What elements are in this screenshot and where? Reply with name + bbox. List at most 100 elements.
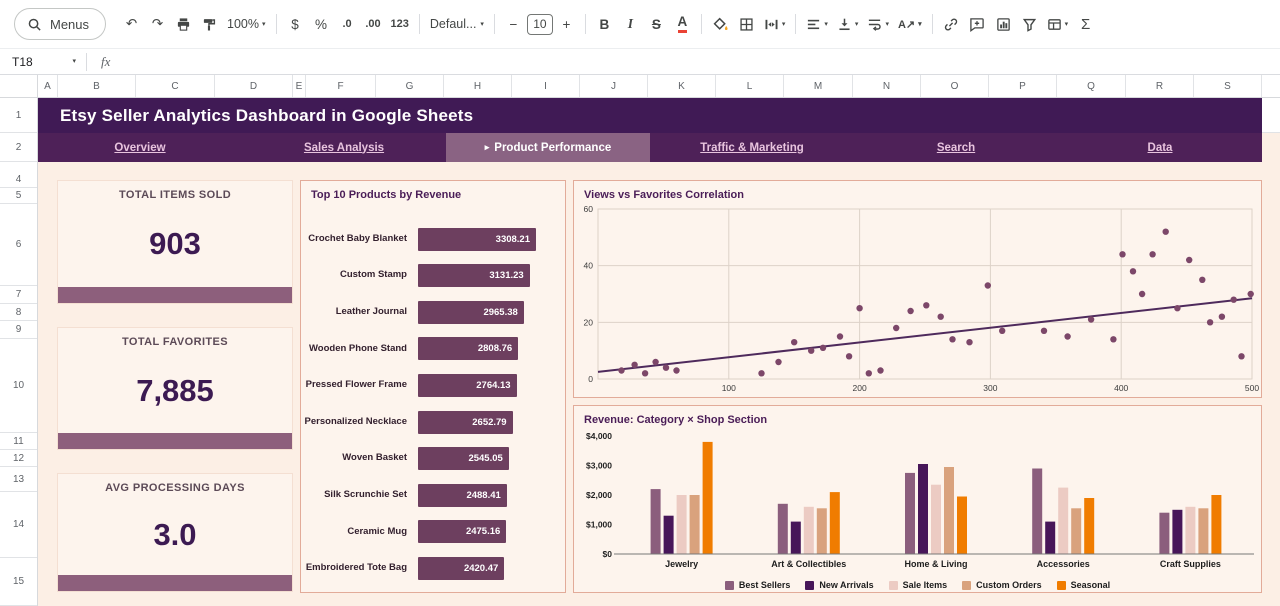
row-header-2[interactable]: 2 xyxy=(0,133,37,162)
legend-swatch xyxy=(805,581,814,590)
active-tab-marker: ▸ xyxy=(485,142,490,153)
legend-item: Best Sellers xyxy=(725,580,791,590)
row-header-8[interactable]: 8 xyxy=(0,304,37,321)
nav-tab-product-performance[interactable]: ▸ Product Performance xyxy=(446,133,650,162)
row-header-14[interactable]: 14 xyxy=(0,492,37,558)
chevron-down-icon: ▾ xyxy=(72,58,76,65)
zoom-select[interactable]: 100%▾ xyxy=(223,10,270,38)
merge-cells-button[interactable]: ▾ xyxy=(760,10,790,38)
fill-color-button[interactable] xyxy=(708,10,733,38)
undo-button[interactable]: ↶ xyxy=(119,10,144,38)
strikethrough-icon: S xyxy=(652,17,661,32)
column-header-L[interactable]: L xyxy=(716,75,784,97)
column-header-B[interactable]: B xyxy=(58,75,136,97)
row-header-9[interactable]: 9 xyxy=(0,321,37,339)
legend-swatch xyxy=(962,581,971,590)
column-header-R[interactable]: R xyxy=(1126,75,1194,97)
dashboard-nav: Overview Sales Analysis ▸ Product Performan… xyxy=(38,133,1262,162)
menus-button[interactable]: Menus xyxy=(14,8,106,40)
column-header-Q[interactable]: Q xyxy=(1057,75,1126,97)
formula-bar: T18 ▾ fx xyxy=(0,48,1280,75)
row-header-6[interactable]: 6 xyxy=(0,204,37,286)
row-header-7[interactable]: 7 xyxy=(0,286,37,304)
chevron-down-icon: ▾ xyxy=(480,21,484,28)
row-header-11[interactable]: 11 xyxy=(0,433,37,450)
column-header-E[interactable]: E xyxy=(293,75,306,97)
kpi-value: 903 xyxy=(149,201,201,287)
svg-text:400: 400 xyxy=(1114,383,1128,393)
nav-tab-traffic-marketing[interactable]: Traffic & Marketing xyxy=(650,133,854,162)
align-left-icon xyxy=(806,17,821,32)
horizontal-align-button[interactable]: ▾ xyxy=(802,10,832,38)
legend-item: Sale Items xyxy=(889,580,948,590)
column-header-G[interactable]: G xyxy=(376,75,444,97)
text-wrap-button[interactable]: ▾ xyxy=(863,10,893,38)
svg-text:$1,000: $1,000 xyxy=(586,520,612,530)
nav-tab-label: Product Performance xyxy=(494,142,611,154)
nav-tab-overview[interactable]: Overview xyxy=(38,133,242,162)
print-button[interactable] xyxy=(171,10,196,38)
number-format-icon: 123 xyxy=(391,18,409,30)
column-header-D[interactable]: D xyxy=(215,75,293,97)
italic-button[interactable]: I xyxy=(618,10,643,38)
borders-button[interactable] xyxy=(734,10,759,38)
formula-input[interactable] xyxy=(124,49,1280,74)
nav-tab-label: Overview xyxy=(114,142,165,154)
legend-swatch xyxy=(725,581,734,590)
kpi-label: TOTAL ITEMS SOLD xyxy=(119,189,231,201)
nav-tab-data[interactable]: Data xyxy=(1058,133,1262,162)
text-rotation-button[interactable]: A↗▾ xyxy=(894,10,926,38)
product-bar-track: 2652.79 xyxy=(413,411,565,434)
paint-format-button[interactable] xyxy=(197,10,222,38)
format-percent-button[interactable]: % xyxy=(309,10,334,38)
nav-tab-search[interactable]: Search xyxy=(854,133,1058,162)
column-header-A[interactable]: A xyxy=(38,75,58,97)
increase-font-size-button[interactable]: + xyxy=(554,10,579,38)
column-header-J[interactable]: J xyxy=(580,75,648,97)
text-color-button[interactable]: A xyxy=(670,10,695,38)
column-header-F[interactable]: F xyxy=(306,75,376,97)
column-header-O[interactable]: O xyxy=(921,75,989,97)
decrease-decimal-button[interactable]: .0 xyxy=(335,10,360,38)
column-header-K[interactable]: K xyxy=(648,75,716,97)
column-header-P[interactable]: P xyxy=(989,75,1057,97)
column-header-H[interactable]: H xyxy=(444,75,512,97)
font-select[interactable]: Defaul...▾ xyxy=(426,10,488,38)
row-header-10[interactable]: 10 xyxy=(0,339,37,433)
filter-button[interactable] xyxy=(1017,10,1042,38)
table-views-button[interactable]: ▾ xyxy=(1043,10,1073,38)
row-header-13[interactable]: 13 xyxy=(0,467,37,492)
toolbar-divider xyxy=(795,14,796,34)
column-header-M[interactable]: M xyxy=(784,75,853,97)
column-header-S[interactable]: S xyxy=(1194,75,1262,97)
font-size-input[interactable]: 10 xyxy=(527,14,553,35)
row-header-1[interactable]: 1 xyxy=(0,98,37,133)
row-header-12[interactable]: 12 xyxy=(0,450,37,467)
strikethrough-button[interactable]: S xyxy=(644,10,669,38)
insert-link-button[interactable] xyxy=(939,10,964,38)
increase-decimal-button[interactable]: .00 xyxy=(361,10,386,38)
insert-chart-button[interactable] xyxy=(991,10,1016,38)
bold-button[interactable]: B xyxy=(592,10,617,38)
row-header-4[interactable]: 4 xyxy=(0,172,37,188)
vertical-align-button[interactable]: ▾ xyxy=(833,10,863,38)
row-header-15[interactable]: 15 xyxy=(0,558,37,606)
column-header-N[interactable]: N xyxy=(853,75,921,97)
borders-icon xyxy=(739,17,754,32)
grouped-bar-chart: $0$1,000$2,000$3,000$4,000JewelryArt & C… xyxy=(574,426,1261,576)
functions-button[interactable]: Σ xyxy=(1073,10,1098,38)
nav-tab-sales-analysis[interactable]: Sales Analysis xyxy=(242,133,446,162)
toolbar-divider xyxy=(932,14,933,34)
column-header-C[interactable]: C xyxy=(136,75,215,97)
decrease-font-size-button[interactable]: − xyxy=(501,10,526,38)
number-format-button[interactable]: 123 xyxy=(387,10,413,38)
insert-comment-button[interactable] xyxy=(965,10,990,38)
redo-button[interactable]: ↷ xyxy=(145,10,170,38)
cell-reference-box[interactable]: T18 ▾ xyxy=(0,49,86,74)
select-all-corner[interactable] xyxy=(0,75,38,97)
svg-text:Art & Collectibles: Art & Collectibles xyxy=(771,559,846,569)
column-header-I[interactable]: I xyxy=(512,75,580,97)
format-currency-button[interactable]: $ xyxy=(283,10,308,38)
vertical-align-icon xyxy=(837,17,852,32)
row-header-5[interactable]: 5 xyxy=(0,188,37,204)
